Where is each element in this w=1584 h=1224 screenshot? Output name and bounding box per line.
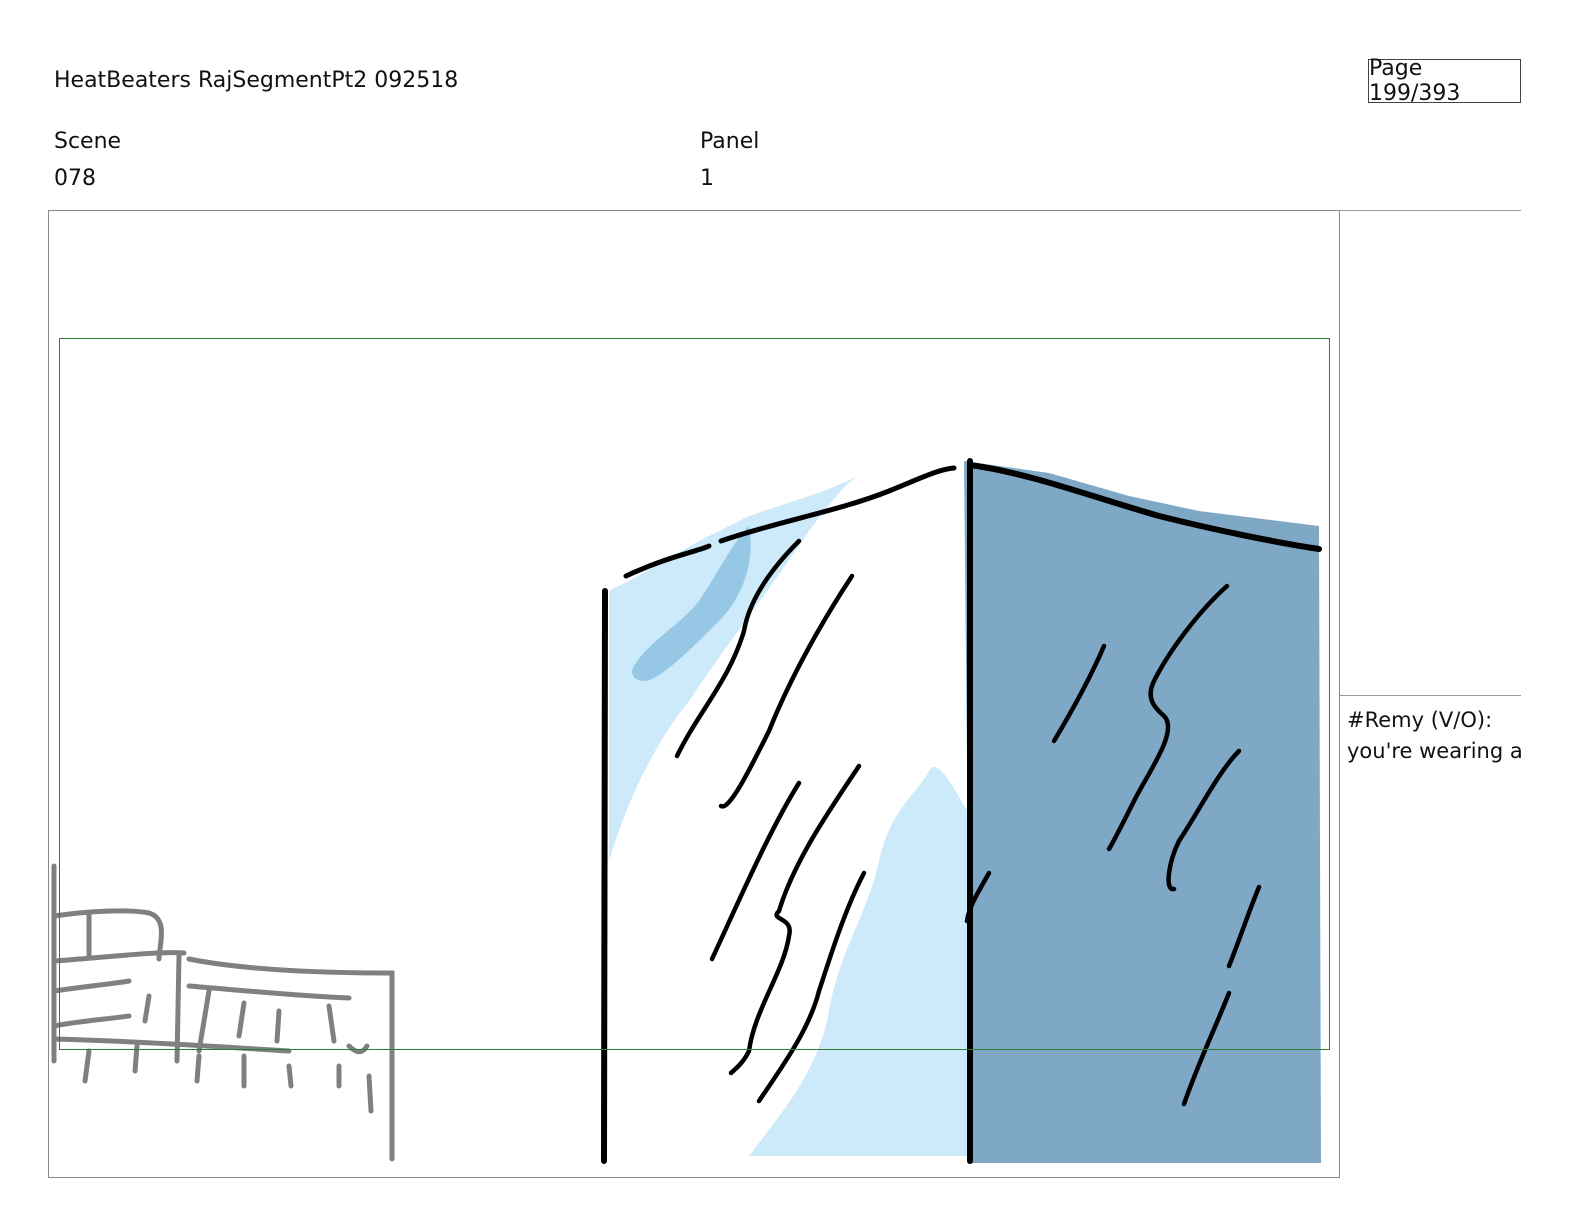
- notes-top-divider: [1340, 210, 1521, 211]
- notes-dialogue-divider: [1340, 695, 1521, 696]
- right-face-shadow: [964, 461, 1321, 1163]
- panel-value: 1: [700, 166, 714, 191]
- dialogue-line: you're wearing a: [1347, 739, 1523, 763]
- scene-value: 078: [54, 166, 96, 191]
- page-number-box: Page 199/393: [1368, 56, 1521, 106]
- scene-label: Scene: [54, 129, 122, 154]
- storyboard-panel-frame: [48, 210, 1340, 1178]
- panel-label: Panel: [700, 129, 760, 154]
- background-building-sketch: [51, 863, 395, 1162]
- dialogue-speaker: #Remy (V/O):: [1347, 708, 1493, 732]
- storyboard-drawing: [51, 458, 1322, 1164]
- building-left-edge: [601, 588, 608, 1164]
- document-title: HeatBeaters RajSegmentPt2 092518: [54, 68, 459, 93]
- dialogue-notes: #Remy (V/O): you're wearing a: [1347, 705, 1523, 767]
